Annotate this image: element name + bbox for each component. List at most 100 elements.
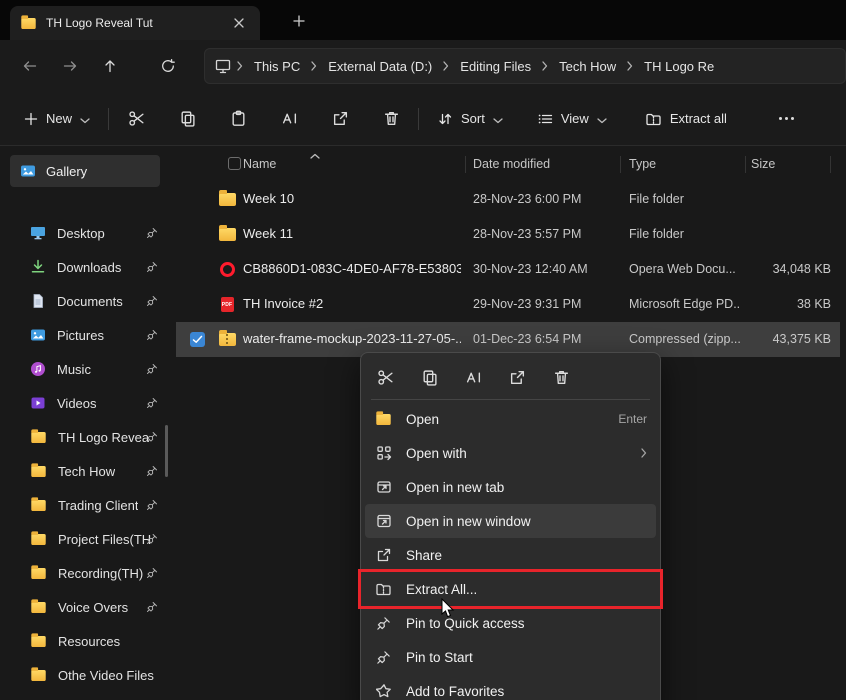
- delete-button[interactable]: [372, 102, 410, 136]
- menu-item-pin-to-quick-access[interactable]: Pin to Quick access: [365, 606, 656, 640]
- pin-icon: [146, 397, 158, 409]
- sidebar-item-desktop[interactable]: Desktop: [0, 216, 170, 250]
- sidebar-item-voice-overs[interactable]: Voice Overs: [0, 590, 170, 624]
- menu-item-open-in-new-tab[interactable]: Open in new tab: [365, 470, 656, 504]
- cut-icon[interactable]: [375, 367, 395, 387]
- menu-item-open[interactable]: Open Enter: [365, 402, 656, 436]
- menu-item-label: Open: [406, 412, 439, 427]
- breadcrumb-th-logo[interactable]: TH Logo Re: [635, 55, 723, 78]
- zip-folder-icon: [219, 333, 236, 346]
- sidebar-item-th-logo-reveal[interactable]: TH Logo Revea: [0, 420, 170, 454]
- folder-icon: [31, 601, 45, 612]
- music-icon: [30, 361, 46, 377]
- close-tab-icon[interactable]: [228, 12, 250, 34]
- up-button[interactable]: [90, 48, 130, 84]
- share-icon: [374, 547, 393, 563]
- sort-button[interactable]: Sort: [427, 102, 513, 135]
- forward-button[interactable]: [50, 48, 90, 84]
- column-header-size[interactable]: Size: [751, 157, 775, 171]
- more-options-button[interactable]: [771, 107, 802, 130]
- paste-button[interactable]: [219, 102, 257, 136]
- sidebar-item-downloads[interactable]: Downloads: [0, 250, 170, 284]
- pin-icon: [146, 601, 158, 613]
- new-button[interactable]: New: [14, 102, 100, 135]
- back-button[interactable]: [10, 48, 50, 84]
- sidebar-item-trading-client[interactable]: Trading Client: [0, 488, 170, 522]
- sidebar-item-gallery[interactable]: Gallery: [10, 155, 160, 187]
- view-icon: [537, 111, 553, 127]
- pictures-icon: [30, 327, 46, 343]
- sort-label: Sort: [461, 111, 485, 126]
- folder-icon: [376, 413, 390, 424]
- breadcrumb-this-pc[interactable]: This PC: [245, 55, 309, 78]
- new-tab-button[interactable]: [286, 8, 312, 34]
- sidebar-item-resources[interactable]: Resources: [0, 624, 170, 658]
- copy-icon[interactable]: [419, 367, 439, 387]
- file-name: water-frame-mockup-2023-11-27-05-...: [243, 331, 461, 346]
- sidebar-item-label: Desktop: [57, 226, 105, 241]
- refresh-button[interactable]: [148, 48, 188, 84]
- column-header-date[interactable]: Date modified: [473, 157, 550, 171]
- menu-item-label: Open in new tab: [406, 480, 504, 495]
- column-divider[interactable]: [620, 156, 621, 173]
- column-divider[interactable]: [830, 156, 831, 173]
- menu-item-open-with[interactable]: Open with: [365, 436, 656, 470]
- rename-button[interactable]: [270, 102, 308, 136]
- sidebar-item-label: Othe Video Files: [58, 668, 154, 683]
- file-type: Opera Web Docu...: [629, 262, 741, 276]
- column-divider[interactable]: [465, 156, 466, 173]
- view-button[interactable]: View: [527, 102, 617, 135]
- copy-button[interactable]: [168, 102, 206, 136]
- sidebar-item-videos[interactable]: Videos: [0, 386, 170, 420]
- menu-item-pin-to-start[interactable]: Pin to Start: [365, 640, 656, 674]
- file-date: 28-Nov-23 6:00 PM: [473, 192, 581, 206]
- sidebar-scrollbar[interactable]: [165, 425, 168, 477]
- sidebar-item-other-video-files[interactable]: Othe Video Files: [0, 658, 170, 692]
- sidebar-item-pictures[interactable]: Pictures: [0, 318, 170, 352]
- sort-ascending-icon: [310, 148, 320, 162]
- row-checkbox-checked[interactable]: [190, 332, 205, 347]
- this-pc-icon: [215, 59, 231, 74]
- breadcrumb[interactable]: This PC External Data (D:) Editing Files…: [204, 48, 846, 84]
- select-all-checkbox[interactable]: [228, 157, 241, 170]
- titlebar: TH Logo Reveal Tut: [0, 0, 846, 40]
- breadcrumb-tech-how[interactable]: Tech How: [550, 55, 625, 78]
- chevron-down-icon: [597, 112, 607, 127]
- sidebar-item-documents[interactable]: Documents: [0, 284, 170, 318]
- cut-button[interactable]: [117, 102, 155, 136]
- column-header-name[interactable]: Name: [243, 157, 276, 171]
- downloads-icon: [30, 259, 46, 275]
- pin-icon: [146, 431, 158, 443]
- sort-icon: [437, 111, 453, 127]
- file-row-week-11[interactable]: Week 11 28-Nov-23 5:57 PM File folder: [170, 217, 846, 252]
- pin-icon: [146, 499, 158, 511]
- rename-icon[interactable]: [463, 367, 483, 387]
- file-row-week-10[interactable]: Week 10 28-Nov-23 6:00 PM File folder: [170, 182, 846, 217]
- file-row-opera-document[interactable]: CB8860D1-083C-4DE0-AF78-E53803F... 30-No…: [170, 252, 846, 287]
- menu-shortcut: Enter: [618, 412, 647, 426]
- share-button[interactable]: [321, 102, 359, 136]
- menu-item-open-in-new-window[interactable]: Open in new window: [365, 504, 656, 538]
- sidebar-item-tech-how[interactable]: Tech How: [0, 454, 170, 488]
- sidebar-item-project-files[interactable]: Project Files(TH: [0, 522, 170, 556]
- sidebar-item-label: TH Logo Revea: [58, 430, 149, 445]
- breadcrumb-external-data[interactable]: External Data (D:): [319, 55, 441, 78]
- sidebar-item-recording[interactable]: Recording(TH): [0, 556, 170, 590]
- sidebar-item-music[interactable]: Music: [0, 352, 170, 386]
- command-toolbar: New Sort: [0, 92, 846, 146]
- chevron-down-icon: [80, 112, 90, 127]
- annotation-red-box: [358, 569, 663, 609]
- column-header-type[interactable]: Type: [629, 157, 656, 171]
- new-window-icon: [374, 513, 393, 529]
- column-divider[interactable]: [745, 156, 746, 173]
- explorer-tab[interactable]: TH Logo Reveal Tut: [10, 6, 260, 40]
- extract-all-button[interactable]: Extract all: [635, 103, 737, 135]
- folder-icon: [31, 533, 45, 544]
- menu-item-add-to-favorites[interactable]: Add to Favorites: [365, 674, 656, 700]
- menu-item-extract-all[interactable]: Extract All...: [365, 572, 656, 606]
- file-row-th-invoice[interactable]: TH Invoice #2 29-Nov-23 9:31 PM Microsof…: [170, 287, 846, 322]
- delete-icon[interactable]: [551, 367, 571, 387]
- menu-item-share[interactable]: Share: [365, 538, 656, 572]
- breadcrumb-editing-files[interactable]: Editing Files: [451, 55, 540, 78]
- share-icon[interactable]: [507, 367, 527, 387]
